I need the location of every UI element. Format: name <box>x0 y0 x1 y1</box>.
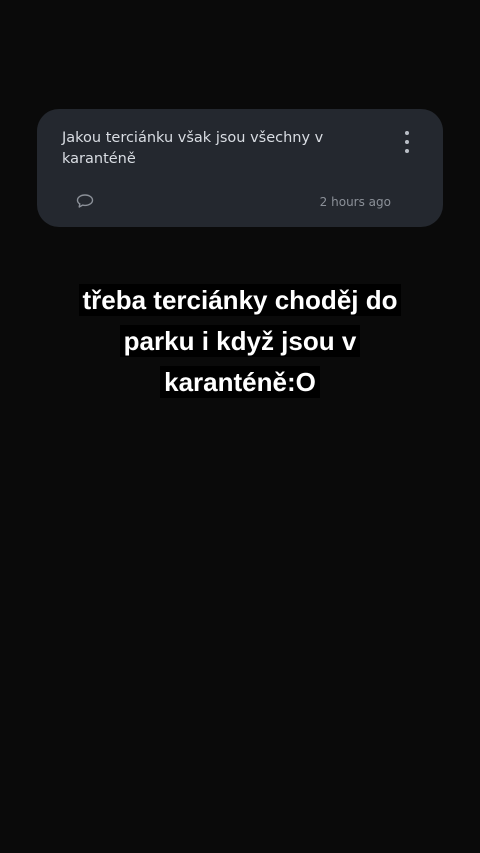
caption-overlay: třeba terciánky choděj do parku i když j… <box>0 282 480 405</box>
post-text: Jakou terciánku však jsou všechny v kara… <box>62 130 324 167</box>
comment-button[interactable] <box>76 193 94 209</box>
more-vertical-icon-dot <box>405 149 409 153</box>
more-options-button[interactable] <box>398 129 416 155</box>
caption-line: třeba terciánky choděj do <box>78 284 402 316</box>
screen: Jakou terciánku však jsou všechny v kara… <box>0 0 480 853</box>
post-timestamp: 2 hours ago <box>319 195 391 209</box>
post-card[interactable]: Jakou terciánku však jsou všechny v kara… <box>37 109 443 227</box>
caption-line: karanténě:O <box>160 366 320 398</box>
more-vertical-icon-dot <box>405 140 409 144</box>
comment-bubble-icon <box>76 194 94 208</box>
more-vertical-icon-dot <box>405 131 409 135</box>
caption-line: parku i když jsou v <box>119 325 361 357</box>
